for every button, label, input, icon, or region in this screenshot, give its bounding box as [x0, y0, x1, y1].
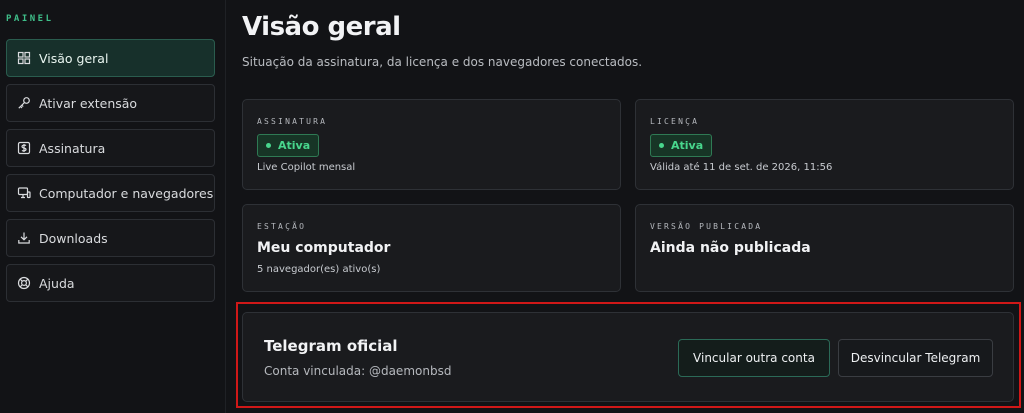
status-badge: Ativa — [257, 134, 320, 157]
lifebuoy-icon — [17, 276, 31, 290]
status-badge: Ativa — [650, 134, 713, 157]
page-title: Visão geral — [242, 12, 401, 42]
license-validity: Válida até 11 de set. de 2026, 11:56 — [650, 162, 833, 173]
sidebar-item-label: Ativar extensão — [39, 95, 138, 111]
version-card: VERSÃO PUBLICADA Ainda não publicada — [635, 204, 1014, 292]
telegram-linked-account: Conta vinculada: @daemonbsd — [264, 364, 452, 378]
dollar-icon — [17, 141, 31, 155]
card-label: LICENÇA — [650, 117, 700, 126]
page-subtitle: Situação da assinatura, da licença e dos… — [242, 55, 643, 69]
unlink-telegram-button[interactable]: Desvincular Telegram — [838, 339, 993, 377]
sidebar: PAINEL Visão geral Ativar extensão Assin… — [0, 0, 226, 413]
telegram-title: Telegram oficial — [264, 337, 398, 355]
key-icon — [17, 96, 31, 110]
browsers-count: 5 navegador(es) ativo(s) — [257, 264, 381, 275]
license-card: LICENÇA Ativa Válida até 11 de set. de 2… — [635, 99, 1014, 190]
sidebar-item-computador-navegadores[interactable]: Computador e navegadores — [6, 174, 215, 212]
card-label: ESTAÇÃO — [257, 222, 307, 231]
plan-name: Live Copilot mensal — [257, 162, 356, 173]
status-dot-icon — [266, 143, 271, 148]
sidebar-item-downloads[interactable]: Downloads — [6, 219, 215, 257]
link-other-account-button[interactable]: Vincular outra conta — [678, 339, 830, 377]
sidebar-item-visao-geral[interactable]: Visão geral — [6, 39, 215, 77]
card-label: ASSINATURA — [257, 117, 328, 126]
download-icon — [17, 231, 31, 245]
main-content: Visão geral Situação da assinatura, da l… — [242, 0, 1024, 413]
sidebar-item-label: Assinatura — [39, 140, 106, 156]
version-value: Ainda não publicada — [650, 240, 811, 256]
sidebar-item-label: Downloads — [39, 230, 108, 246]
sidebar-item-ativar-extensao[interactable]: Ativar extensão — [6, 84, 215, 122]
status-dot-icon — [659, 143, 664, 148]
station-card: ESTAÇÃO Meu computador 5 navegador(es) a… — [242, 204, 621, 292]
sidebar-heading: PAINEL — [6, 14, 54, 24]
sidebar-item-ajuda[interactable]: Ajuda — [6, 264, 215, 302]
sidebar-item-label: Computador e navegadores — [39, 185, 214, 201]
card-label: VERSÃO PUBLICADA — [650, 222, 763, 231]
subscription-card: ASSINATURA Ativa Live Copilot mensal — [242, 99, 621, 190]
grid-icon — [17, 51, 31, 65]
telegram-card: Telegram oficial Conta vinculada: @daemo… — [242, 312, 1014, 402]
sidebar-item-assinatura[interactable]: Assinatura — [6, 129, 215, 167]
sidebar-nav: Visão geral Ativar extensão Assinatura C… — [6, 39, 215, 309]
status-badge-text: Ativa — [278, 139, 311, 152]
station-name: Meu computador — [257, 240, 391, 256]
monitor-icon — [17, 186, 31, 200]
sidebar-item-label: Visão geral — [39, 50, 109, 66]
status-badge-text: Ativa — [671, 139, 704, 152]
sidebar-item-label: Ajuda — [39, 275, 75, 291]
